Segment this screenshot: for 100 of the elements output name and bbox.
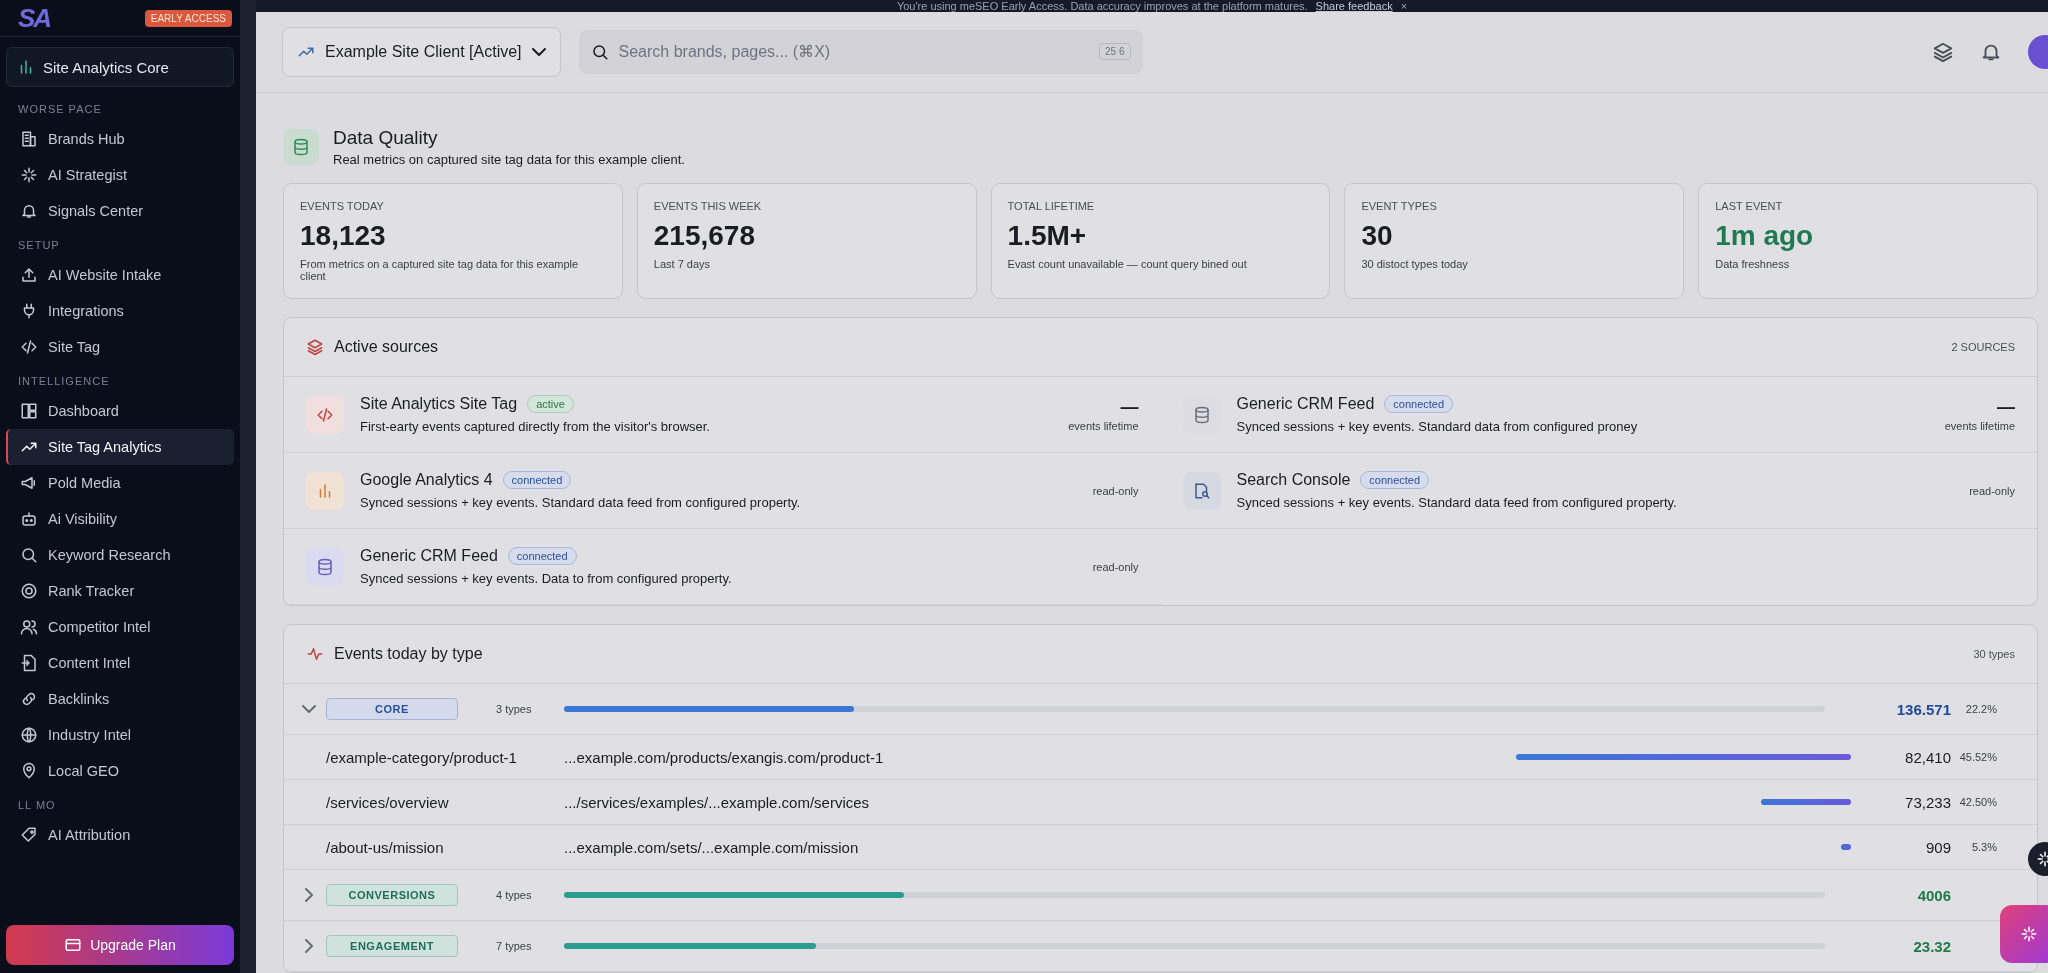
nav-item[interactable]: Keyword Research bbox=[6, 537, 234, 573]
upload-icon bbox=[20, 266, 38, 284]
nav-item[interactable]: Signals Center bbox=[6, 193, 234, 229]
pulse-icon bbox=[306, 645, 324, 663]
event-percent: 22.2% bbox=[1965, 703, 1997, 715]
type-count: 4 types bbox=[496, 889, 532, 901]
event-percent: 5.3% bbox=[1971, 841, 1997, 853]
expand-toggle[interactable] bbox=[302, 939, 316, 953]
status-badge: connected bbox=[1360, 471, 1430, 489]
status-badge: connected bbox=[507, 547, 577, 565]
target-icon bbox=[20, 582, 38, 600]
nav-item[interactable]: AI Website Intake bbox=[6, 257, 234, 293]
stat-value: 1.5M+ bbox=[1007, 220, 1088, 252]
workspace-selector[interactable]: Site Analytics Core bbox=[6, 47, 234, 87]
page-path: /about-us/mission bbox=[326, 838, 444, 856]
map-pin-icon bbox=[20, 762, 38, 780]
assistant-button[interactable] bbox=[2000, 905, 2048, 963]
event-percent: 45.52% bbox=[1959, 751, 1997, 763]
source-description: First-earty events captured directly from the visitor's browser. bbox=[360, 419, 710, 434]
stat-note: Data freshness bbox=[1715, 258, 1791, 270]
section-heading: SETUP bbox=[17, 238, 61, 253]
nav-item[interactable]: Pold Media bbox=[6, 465, 234, 501]
expand-toggle[interactable] bbox=[302, 888, 316, 902]
tag-icon bbox=[20, 826, 38, 844]
nav-item[interactable]: AI Attribution bbox=[6, 817, 234, 853]
early-access-badge: EARLY ACCESS bbox=[144, 9, 232, 27]
database-icon bbox=[1192, 405, 1211, 424]
feedback-link[interactable]: Share feedback bbox=[1315, 0, 1393, 12]
event-total: 23.32 bbox=[1913, 937, 1951, 955]
source-name: Google Analytics 4 bbox=[360, 471, 493, 489]
building-icon bbox=[20, 130, 38, 148]
stat-value: 30 bbox=[1361, 220, 1394, 252]
page-path: /services/overview bbox=[326, 793, 449, 811]
source-meta: events lifetime bbox=[1068, 420, 1139, 432]
source-name: Site Analytics Site Tag bbox=[360, 395, 518, 413]
source-description: Synced sessions + key events. Standard data feed from configured property. bbox=[360, 495, 801, 510]
source-meta: read-only bbox=[1092, 484, 1139, 497]
expand-toggle[interactable] bbox=[302, 702, 316, 716]
layers-icon bbox=[306, 338, 324, 356]
close-button[interactable]: × bbox=[1400, 0, 1408, 12]
search-document-icon bbox=[1192, 481, 1211, 500]
event-count: 73,233 bbox=[1905, 793, 1951, 811]
source-meta: read-only bbox=[1092, 560, 1139, 573]
page-path: /example-category/product-1 bbox=[326, 748, 517, 766]
stat-value: 215,678 bbox=[653, 220, 756, 252]
layers-icon bbox=[1932, 40, 1954, 63]
stat-label: LAST EVENT bbox=[1715, 200, 1784, 212]
upgrade-button[interactable]: Upgrade Plan bbox=[6, 925, 234, 965]
nav-item[interactable]: AI Strategist bbox=[6, 157, 234, 193]
database-icon bbox=[316, 557, 334, 576]
page-url: ...example.com/products/exangis.com/product-1 bbox=[564, 748, 884, 766]
stat-label: EVENTS TODAY bbox=[300, 200, 385, 212]
stat-value: 18,123 bbox=[300, 220, 387, 252]
chevron-icon bbox=[305, 939, 313, 953]
type-count: 7 types bbox=[496, 940, 532, 952]
search-icon bbox=[590, 42, 609, 61]
nav-item[interactable]: Dashboard bbox=[6, 393, 234, 429]
database-icon bbox=[283, 129, 319, 165]
client-selector[interactable]: Example Site Client [Active] bbox=[282, 26, 561, 77]
event-percent: 42.50% bbox=[1959, 796, 1997, 808]
category-tag: ENGAGEMENT bbox=[326, 935, 458, 957]
category-tag: CORE bbox=[326, 698, 458, 720]
chevron-icon bbox=[531, 47, 546, 56]
document-icon bbox=[20, 654, 38, 672]
nav-item[interactable]: Rank Tracker bbox=[6, 573, 234, 609]
page-url: ...example.com/sets/...example.com/mission bbox=[564, 838, 859, 856]
shortcut-hint: 25 6 bbox=[1099, 42, 1131, 60]
page-url: .../services/examples/...example.com/services bbox=[564, 793, 870, 811]
nav-item[interactable]: Local GEO bbox=[6, 753, 234, 789]
chevron-icon bbox=[302, 705, 316, 713]
nav-item[interactable]: Competitor Intel bbox=[6, 609, 234, 645]
source-meta: events lifetime bbox=[1944, 420, 2015, 432]
megaphone-icon bbox=[20, 474, 38, 492]
event-total: 136.571 bbox=[1896, 700, 1951, 718]
nav-item[interactable]: Site Tag Analytics bbox=[6, 429, 234, 465]
nav-item[interactable]: Site Tag bbox=[6, 329, 234, 365]
source-count: 2 SOURCES bbox=[1951, 341, 2015, 353]
bell-icon bbox=[20, 202, 38, 220]
dashboard-icon bbox=[20, 402, 38, 420]
stat-note: 30 distoct types today bbox=[1361, 258, 1469, 270]
robot-icon bbox=[20, 510, 38, 528]
stat-value: 1m ago bbox=[1715, 220, 1815, 252]
section-subtitle: Real metrics on captured site tag data for this example client. bbox=[333, 152, 685, 167]
layers-button[interactable] bbox=[1932, 40, 1954, 63]
card-icon bbox=[64, 936, 83, 954]
nav-item[interactable]: Industry Intel bbox=[6, 717, 234, 753]
nav-item[interactable]: Brands Hub bbox=[6, 121, 234, 157]
card-title: Events today by type bbox=[334, 645, 483, 663]
search-icon bbox=[20, 546, 38, 564]
logo[interactable]: SA bbox=[18, 2, 51, 34]
people-icon bbox=[20, 618, 38, 636]
stat-note: Last 7 days bbox=[653, 258, 712, 270]
section-title: Data Quality bbox=[333, 127, 439, 149]
nav-item[interactable]: Ai Visibility bbox=[6, 501, 234, 537]
nav-item[interactable]: Content Intel bbox=[6, 645, 234, 681]
source-name: Generic CRM Feed bbox=[1236, 395, 1375, 413]
nav-item[interactable]: Backlinks bbox=[6, 681, 234, 717]
source-value: — bbox=[1120, 397, 1139, 418]
code-icon bbox=[20, 338, 38, 356]
nav-item[interactable]: Integrations bbox=[6, 293, 234, 329]
